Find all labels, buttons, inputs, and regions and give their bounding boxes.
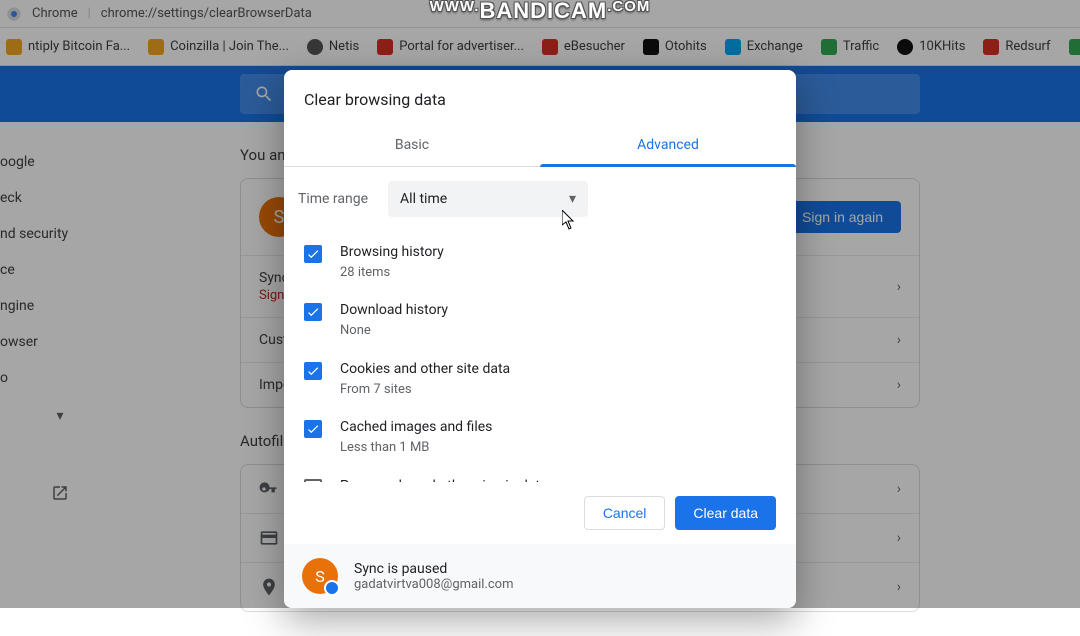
dialog-tabs: Basic Advanced (284, 125, 796, 167)
chevron-down-icon: ▾ (569, 191, 576, 207)
clear-item-cache[interactable]: Cached images and files Less than 1 MB (298, 408, 782, 466)
clear-item-cookies[interactable]: Cookies and other site data From 7 sites (298, 350, 782, 408)
item-subtitle: 28 items (340, 264, 444, 282)
clear-item-download-history[interactable]: Download history None (298, 291, 782, 349)
dialog-body[interactable]: Time range All time ▾ Browsing history 2… (284, 167, 796, 482)
item-title: Download history (340, 301, 448, 320)
sync-status-title: Sync is paused (354, 561, 513, 577)
time-range-label: Time range (298, 191, 368, 207)
cancel-button[interactable]: Cancel (584, 496, 666, 530)
item-title: Passwords and other sign-in data (340, 477, 686, 482)
checkbox[interactable] (304, 362, 322, 380)
clear-data-button[interactable]: Clear data (675, 496, 776, 530)
item-subtitle: Less than 1 MB (340, 439, 492, 457)
tab-basic[interactable]: Basic (284, 125, 540, 166)
item-subtitle: From 7 sites (340, 381, 510, 399)
dialog-title: Clear browsing data (284, 70, 796, 125)
checkbox[interactable] (304, 420, 322, 438)
dialog-sync-status: S Sync is paused gadatvirtva008@gmail.co… (284, 544, 796, 608)
checkbox[interactable] (304, 245, 322, 263)
checkbox[interactable] (304, 479, 322, 482)
item-title: Cached images and files (340, 418, 492, 437)
item-title: Cookies and other site data (340, 360, 510, 379)
clear-browsing-data-dialog: Clear browsing data Basic Advanced Time … (284, 70, 796, 608)
clear-item-passwords[interactable]: Passwords and other sign-in data 13 pass… (298, 467, 782, 482)
sync-status-email: gadatvirtva008@gmail.com (354, 577, 513, 592)
tab-advanced[interactable]: Advanced (540, 125, 796, 166)
time-range-select[interactable]: All time ▾ (388, 181, 588, 217)
checkbox[interactable] (304, 303, 322, 321)
dialog-actions: Cancel Clear data (284, 482, 796, 544)
item-title: Browsing history (340, 243, 444, 262)
sync-badge-icon (324, 580, 340, 596)
avatar: S (302, 558, 338, 594)
item-subtitle: None (340, 322, 448, 340)
clear-item-browsing-history[interactable]: Browsing history 28 items (298, 233, 782, 291)
